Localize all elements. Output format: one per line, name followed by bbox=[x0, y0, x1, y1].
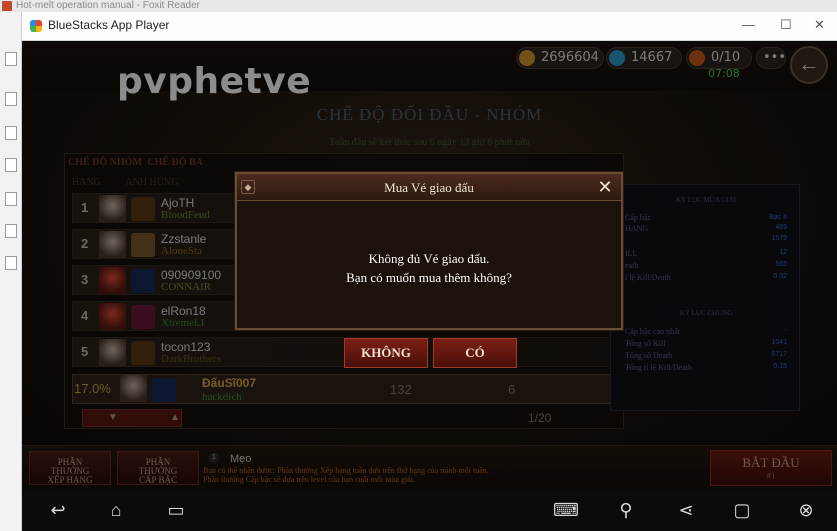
back-nav-icon[interactable]: ↩ bbox=[44, 500, 72, 521]
foxit-title: Hot-melt operation manual - Foxit Reader bbox=[16, 0, 200, 11]
no-button[interactable]: KHÔNG bbox=[344, 338, 428, 368]
edit-icon[interactable] bbox=[5, 256, 17, 270]
game-screen: 2696604 14667 0/10 07:08 ••• ← pvphetve … bbox=[22, 41, 837, 489]
bookmark-icon[interactable] bbox=[5, 52, 17, 66]
bluestacks-title: BlueStacks App Player bbox=[48, 18, 170, 32]
foxit-logo-icon bbox=[2, 1, 12, 11]
share-icon[interactable]: ⋖ bbox=[672, 500, 700, 521]
comments-icon[interactable] bbox=[5, 158, 17, 172]
bluestacks-logo-icon bbox=[30, 20, 42, 32]
attachment-icon[interactable] bbox=[5, 192, 17, 206]
dialog-close-button[interactable]: ✕ bbox=[594, 176, 616, 198]
dialog-message-line1: Không đủ Vé giao đấu. bbox=[368, 251, 490, 266]
minimize-button[interactable]: — bbox=[742, 17, 755, 32]
dialog-message-line2: Bạn có muốn mua thêm không? bbox=[346, 270, 512, 285]
foxit-sidebar bbox=[0, 12, 22, 531]
location-icon[interactable]: ⚲ bbox=[612, 500, 640, 521]
multi-window-icon[interactable]: ▢ bbox=[728, 500, 756, 521]
signature-icon[interactable] bbox=[5, 224, 17, 238]
close-app-icon[interactable]: ⊗ bbox=[792, 500, 820, 521]
foxit-title-bar: Hot-melt operation manual - Foxit Reader bbox=[0, 0, 837, 12]
recents-nav-icon[interactable]: ▭ bbox=[162, 500, 190, 521]
android-nav-bar: ↩ ⌂ ▭ ⌨ ⚲ ⋖ ▢ ⊗ bbox=[22, 489, 837, 531]
layers-icon[interactable] bbox=[5, 126, 17, 140]
yes-button[interactable]: CÓ bbox=[433, 338, 517, 368]
pages-icon[interactable] bbox=[5, 92, 17, 106]
maximize-button[interactable]: ☐ bbox=[780, 17, 792, 33]
close-window-button[interactable]: ✕ bbox=[814, 17, 825, 33]
home-nav-icon[interactable]: ⌂ bbox=[102, 500, 130, 521]
dialog-title: Mua Vé giao đấu bbox=[384, 180, 474, 195]
keyboard-icon[interactable]: ⌨ bbox=[552, 500, 580, 521]
bluestacks-title-bar: BlueStacks App Player — ☐ ✕ bbox=[22, 12, 837, 41]
